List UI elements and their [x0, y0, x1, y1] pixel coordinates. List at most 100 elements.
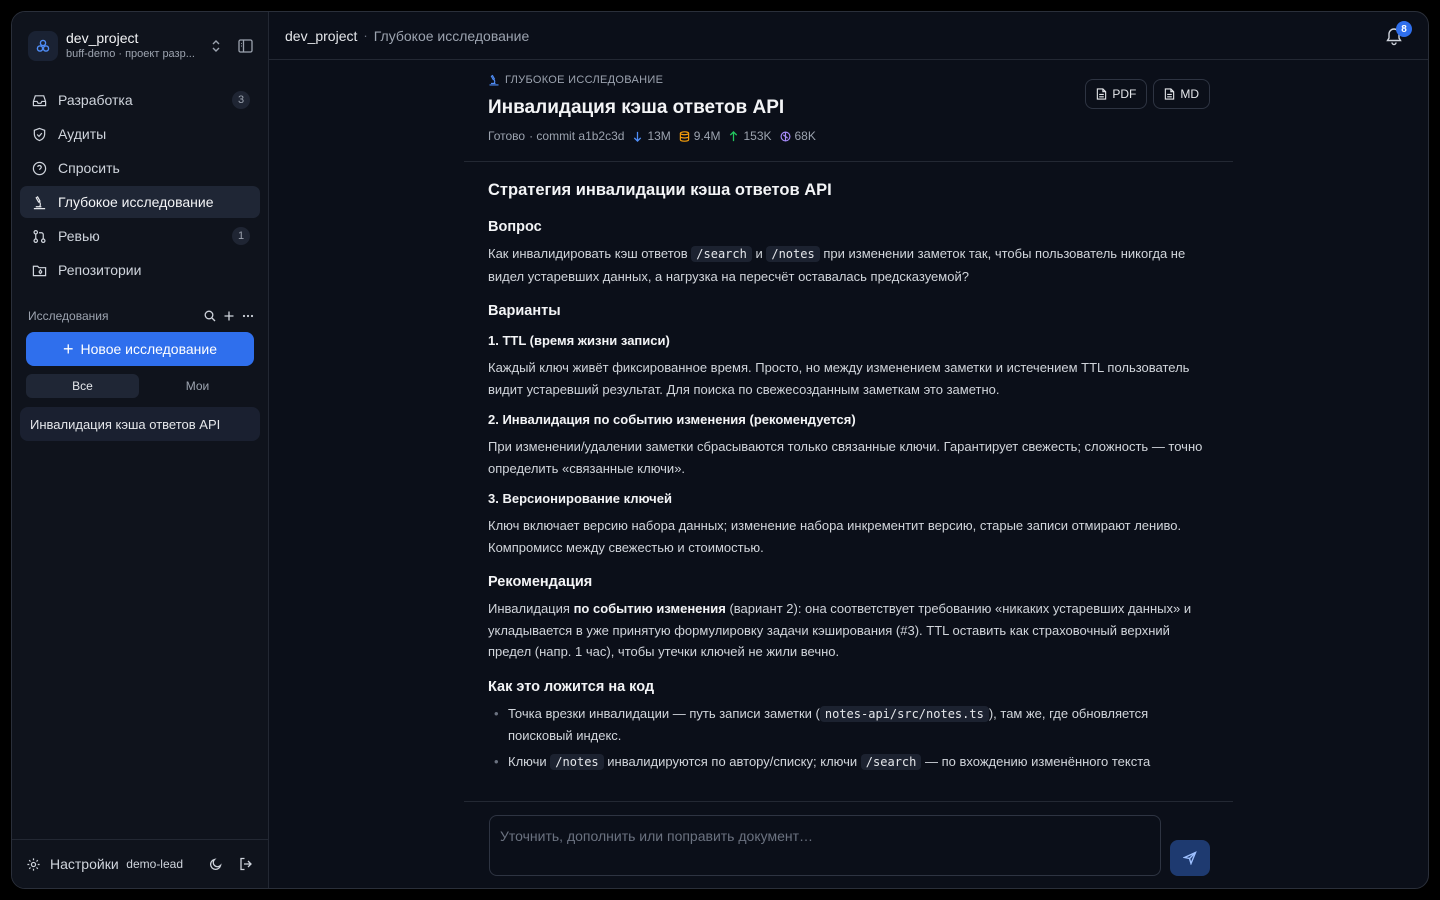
nav-label: Разработка: [58, 92, 133, 108]
microscope-icon: [488, 74, 500, 86]
document-heading: Стратегия инвалидации кэша ответов API: [488, 181, 832, 199]
folder-git-icon: [30, 261, 48, 279]
variant-heading: 2. Инвалидация по событию изменения (рек…: [488, 412, 856, 427]
commit-text: · commit a1b2c3d: [529, 129, 625, 143]
downloads-stat: 13M: [632, 129, 671, 143]
plus-icon: +: [63, 339, 74, 359]
composer-divider: [464, 801, 1233, 802]
brain-icon: [780, 131, 790, 141]
file-icon: [1097, 88, 1107, 100]
new-research-button[interactable]: + Новое исследование: [26, 332, 254, 366]
project-logo-icon: [28, 31, 58, 61]
variant-heading: 1. TTL (время жизни записи): [488, 333, 670, 348]
list-item: Ключи /notes инвалидируются по автору/сп…: [494, 751, 1210, 774]
send-button[interactable]: [1170, 840, 1210, 876]
research-section-title: Исследования: [28, 309, 109, 323]
section-heading-code: Как это ложится на код: [488, 678, 655, 695]
sidebar-footer: Настройки demo-lead: [12, 839, 269, 888]
status-text: Готово: [488, 129, 526, 143]
storage-stat: 9.4M: [679, 129, 720, 143]
export-buttons: PDF MD: [1085, 79, 1210, 109]
new-research-label: Новое исследование: [80, 341, 217, 357]
document-body: Стратегия инвалидации кэша ответов API В…: [488, 176, 1210, 802]
main-nav: Разработка 3 Аудиты Спросить Глубокое ис…: [20, 84, 260, 288]
variant-heading: 3. Версионирование ключей: [488, 491, 672, 506]
inline-code: /notes: [766, 246, 820, 262]
nav-label: Репозитории: [58, 262, 142, 278]
section-heading-variants: Варианты: [488, 303, 561, 319]
breadcrumb-page: Глубокое исследование: [373, 27, 530, 44]
md-label: MD: [1180, 87, 1199, 101]
inline-code: /search: [860, 753, 922, 770]
main-area: dev_project · Глубокое исследование 8 ГЛ…: [269, 12, 1428, 888]
uploads-value: 153K: [743, 129, 772, 143]
header-divider: [464, 161, 1233, 162]
export-md-button[interactable]: MD: [1153, 79, 1210, 109]
git-pull-request-icon: [30, 227, 48, 245]
moon-icon[interactable]: [209, 856, 225, 872]
search-icon[interactable]: [203, 310, 216, 323]
sidebar-toggle-icon[interactable]: [236, 37, 254, 55]
more-icon[interactable]: [241, 310, 254, 323]
plus-icon[interactable]: [222, 310, 235, 323]
kicker-label: ГЛУБОКОЕ ИССЛЕДОВАНИЕ: [505, 74, 664, 86]
inbox-icon: [30, 91, 48, 109]
pdf-label: PDF: [1112, 87, 1137, 101]
nav-item-ask[interactable]: Спросить: [20, 152, 260, 184]
section-heading-recommendation: Рекомендация: [488, 574, 593, 590]
inline-code: /search: [691, 246, 752, 262]
filter-mine[interactable]: Мои: [141, 374, 254, 398]
variant-paragraph: При изменении/удалении заметки сбрасываю…: [488, 439, 1203, 476]
shield-icon: [30, 125, 48, 143]
variant-paragraph: Каждый ключ живёт фиксированное время. П…: [488, 360, 1190, 397]
research-filter: Все Мои: [26, 374, 254, 400]
nav-label: Аудиты: [58, 126, 107, 142]
inline-code: notes-api/src/notes.ts: [819, 705, 989, 722]
arrow-up-icon: [730, 130, 738, 141]
nav-label: Спросить: [58, 160, 120, 176]
research-section-header: Исследования: [28, 307, 254, 325]
count-badge: 1: [232, 227, 250, 245]
nav-item-repositories[interactable]: Репозитории: [20, 254, 260, 286]
nav-item-development[interactable]: Разработка 3: [20, 84, 260, 116]
nav-item-deep-research[interactable]: Глубокое исследование: [20, 186, 260, 218]
project-switcher[interactable]: dev_project buff-demo · проект разр...: [28, 30, 254, 62]
user-name: demo-lead: [126, 857, 183, 871]
document-header: ГЛУБОКОЕ ИССЛЕДОВАНИЕ Инвалидация кэша о…: [488, 72, 1210, 162]
question-icon: [30, 159, 48, 177]
breadcrumb-separator: ·: [363, 28, 368, 43]
send-icon: [1183, 851, 1197, 865]
file-icon: [1165, 88, 1175, 100]
downloads-value: 13M: [647, 129, 671, 143]
settings-link[interactable]: Настройки: [50, 856, 126, 872]
filter-all[interactable]: Все: [26, 374, 139, 398]
chevrons-up-down-icon[interactable]: [208, 38, 224, 54]
project-subtitle: buff-demo · проект разр...: [66, 48, 195, 60]
export-pdf-button[interactable]: PDF: [1085, 79, 1148, 109]
document-meta: Готово · commit a1b2c3d 13M 9.4M 153K 68…: [488, 128, 1210, 144]
research-list-item[interactable]: Инвалидация кэша ответов API: [20, 407, 260, 441]
arrow-down-icon: [634, 131, 642, 142]
nav-item-audits[interactable]: Аудиты: [20, 118, 260, 150]
list-item: Точка врезки инвалидации — путь записи з…: [494, 703, 1210, 747]
app-window: dev_project buff-demo · проект разр... Р…: [11, 11, 1429, 889]
count-badge: 3: [232, 91, 250, 109]
logout-icon[interactable]: [239, 856, 255, 872]
tokens-value: 68K: [794, 129, 816, 143]
gear-icon: [26, 856, 42, 872]
sidebar: dev_project buff-demo · проект разр... Р…: [12, 12, 269, 888]
uploads-stat: 153K: [728, 129, 772, 143]
section-heading-question: Вопрос: [488, 219, 542, 235]
project-name: dev_project: [66, 30, 139, 46]
bold-text: по событию изменения: [573, 601, 726, 616]
tokens-stat: 68K: [780, 129, 816, 143]
inline-code: /notes: [550, 753, 604, 770]
question-paragraph: Как инвалидировать кэш ответов /search и…: [488, 246, 1186, 284]
breadcrumb-project[interactable]: dev_project: [285, 28, 357, 44]
nav-item-review[interactable]: Ревью 1: [20, 220, 260, 252]
nav-label: Ревью: [58, 228, 100, 244]
notifications-button[interactable]: 8: [1384, 21, 1412, 48]
refine-input[interactable]: [489, 815, 1161, 876]
variant-paragraph: Ключ включает версию набора данных; изме…: [488, 518, 1182, 555]
code-list: Точка врезки инвалидации — путь записи з…: [494, 703, 1210, 774]
